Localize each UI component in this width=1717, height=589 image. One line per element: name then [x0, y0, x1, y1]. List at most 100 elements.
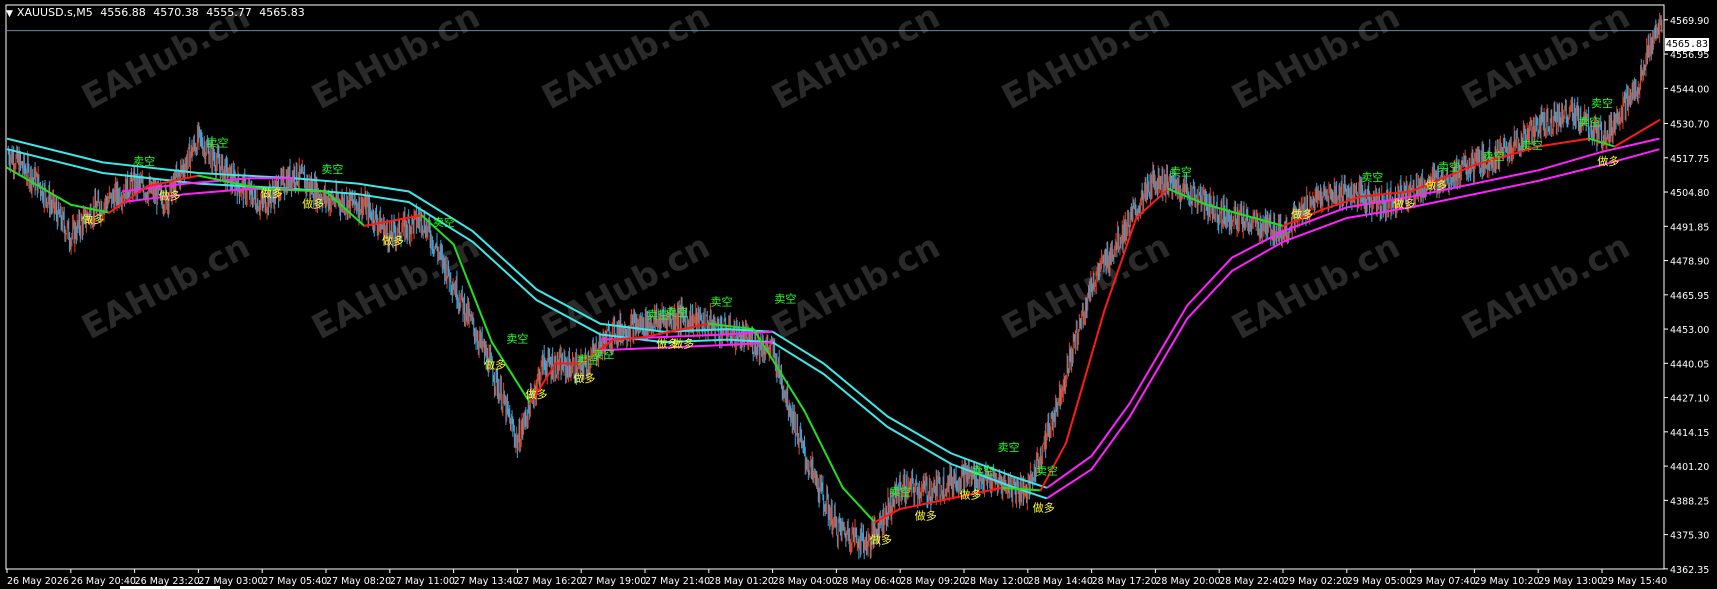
y-tick-label: 4427.10 — [1670, 394, 1709, 405]
x-tick-label: 28 May 09:20 — [900, 576, 965, 587]
x-tick-label: 28 May 20:00 — [1155, 576, 1220, 587]
y-tick-label: 4544.00 — [1670, 84, 1709, 95]
buy-signal-label: 做多 — [573, 371, 595, 385]
sell-signal-label: 卖空 — [1483, 149, 1505, 163]
fast-trend-line-segment — [1613, 119, 1661, 148]
watermark-text: EAHub.cn — [1455, 226, 1636, 348]
x-tick-label: 27 May 05:40 — [262, 576, 327, 587]
x-tick-label: 29 May 13:00 — [1538, 576, 1603, 587]
sell-signal-label: 卖空 — [1578, 114, 1600, 128]
buy-signal-label: 做多 — [1291, 207, 1313, 221]
sell-signal-label: 卖空 — [998, 440, 1020, 454]
sell-signal-label: 卖空 — [133, 154, 155, 168]
y-tick-label: 4504.80 — [1670, 188, 1709, 199]
symbol-info-bar: ▼ XAUUSD.s,M5 4556.88 4570.38 4555.77 456… — [6, 6, 309, 19]
sell-signal-label: 卖空 — [433, 215, 455, 229]
watermark-text: EAHub.cn — [765, 0, 946, 118]
collapse-triangle-icon[interactable]: ▼ — [6, 9, 13, 19]
sell-signal-label: 卖空 — [1036, 464, 1058, 478]
y-tick-label: 4388.25 — [1670, 496, 1709, 507]
buy-signal-label: 做多 — [382, 233, 404, 247]
fast-trend-line-segment — [1537, 137, 1591, 148]
fast-trend-line-segment — [6, 166, 72, 206]
x-tick-label: 28 May 17:20 — [1092, 576, 1157, 587]
x-tick-label: 28 May 06:40 — [836, 576, 901, 587]
x-tick-label: 27 May 11:00 — [390, 576, 455, 587]
y-tick-label: 4517.75 — [1670, 154, 1709, 165]
x-tick-label: 29 May 02:20 — [1283, 576, 1348, 587]
price-chart[interactable]: EAHub.cn EAHub.cn EAHub.cn EAHub.cn EAHub.cn… — [0, 0, 1717, 589]
y-tick-label: 4491.85 — [1670, 222, 1709, 233]
fast-trend-line-segment — [1065, 309, 1106, 444]
x-tick-label: 29 May 05:00 — [1347, 576, 1412, 587]
buy-signal-label: 做多 — [261, 186, 283, 200]
x-tick-label: 28 May 12:00 — [964, 576, 1029, 587]
sell-signal-label: 卖空 — [506, 331, 528, 345]
sell-signal-label: 卖空 — [1361, 170, 1383, 184]
buy-signal-label: 做多 — [870, 532, 892, 546]
sell-signal-label: 卖空 — [207, 136, 229, 150]
watermark-text: EAHub.cn — [1225, 0, 1406, 118]
x-tick-label: 27 May 13:40 — [454, 576, 519, 587]
watermark-text: EAHub.cn — [535, 0, 716, 118]
y-tick-label: 4569.90 — [1670, 16, 1709, 27]
sell-signal-label: 卖空 — [972, 464, 994, 478]
x-tick-label: 27 May 08:20 — [326, 576, 391, 587]
buy-signal-label: 做多 — [484, 358, 506, 372]
y-tick-label: 4453.00 — [1670, 325, 1709, 336]
x-tick-label: 29 May 10:20 — [1474, 576, 1539, 587]
open-price: 4556.88 — [100, 6, 146, 19]
sell-signal-label: 卖空 — [774, 292, 796, 306]
sell-signal-label: 卖空 — [666, 305, 688, 319]
buy-signal-label: 做多 — [1425, 178, 1447, 192]
x-tick-label: 26 May 2026 — [7, 576, 69, 587]
x-tick-label: 26 May 23:20 — [135, 576, 200, 587]
y-tick-label: 4530.70 — [1670, 120, 1709, 131]
y-tick-label: 4414.15 — [1670, 428, 1709, 439]
buy-signal-label: 做多 — [1597, 154, 1619, 168]
x-tick-label: 27 May 16:20 — [517, 576, 582, 587]
watermark-text: EAHub.cn — [75, 226, 256, 348]
y-tick-label: 4478.90 — [1670, 257, 1709, 268]
buy-signal-label: 做多 — [302, 196, 324, 210]
buy-signal-label: 做多 — [82, 212, 104, 226]
symbol-label: XAUUSD.s,M5 — [16, 6, 93, 19]
y-tick-label: 4375.30 — [1670, 531, 1709, 542]
buy-signal-label: 做多 — [915, 509, 937, 523]
sell-signal-label: 卖空 — [1170, 165, 1192, 179]
sell-signal-label: 卖空 — [1438, 159, 1460, 173]
watermark-text: EAHub.cn — [1225, 226, 1406, 348]
x-tick-label: 29 May 15:40 — [1602, 576, 1667, 587]
high-price: 4570.38 — [153, 6, 199, 19]
watermark-text: EAHub.cn — [765, 226, 946, 348]
x-tick-label: 27 May 03:00 — [198, 576, 263, 587]
y-tick-label: 4440.05 — [1670, 359, 1709, 370]
y-tick-label: 4556.95 — [1670, 50, 1709, 61]
x-tick-label: 27 May 19:00 — [581, 576, 646, 587]
sell-signal-label: 卖空 — [1591, 96, 1613, 110]
buy-signal-label: 做多 — [672, 337, 694, 351]
watermark-text: EAHub.cn — [995, 226, 1176, 348]
fast-trend-line-segment — [841, 486, 876, 524]
close-price: 4565.83 — [259, 6, 305, 19]
y-tick-label: 4362.35 — [1670, 565, 1709, 576]
x-tick-label: 28 May 04:00 — [773, 576, 838, 587]
buy-signal-label: 做多 — [159, 188, 181, 202]
x-tick-label: 27 May 21:40 — [645, 576, 710, 587]
y-tick-label: 4465.95 — [1670, 291, 1709, 302]
buy-signal-label: 做多 — [1393, 196, 1415, 210]
sell-signal-label: 卖空 — [593, 347, 615, 361]
current-price-box: 4565.83 — [1665, 38, 1709, 51]
low-price: 4555.77 — [206, 6, 252, 19]
watermark-text: EAHub.cn — [995, 0, 1176, 118]
x-tick-label: 28 May 01:20 — [709, 576, 774, 587]
x-tick-label: 28 May 14:40 — [1028, 576, 1093, 587]
x-tick-label: 26 May 20:40 — [71, 576, 136, 587]
x-tick-label: 29 May 07:40 — [1411, 576, 1476, 587]
x-tick-label: 28 May 22:40 — [1219, 576, 1284, 587]
buy-signal-label: 做多 — [526, 387, 548, 401]
buy-signal-label: 做多 — [959, 487, 981, 501]
sell-signal-label: 卖空 — [1521, 138, 1543, 152]
buy-signal-label: 做多 — [1033, 501, 1055, 515]
sell-signal-label: 卖空 — [321, 162, 343, 176]
